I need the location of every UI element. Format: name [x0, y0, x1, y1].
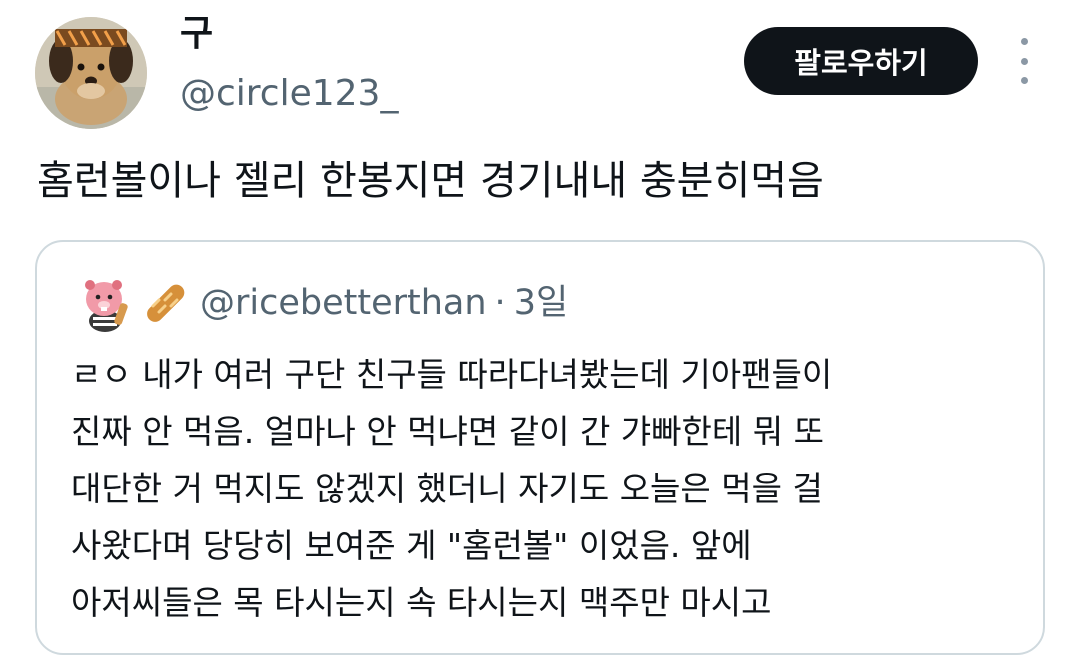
tweet-text: 홈런볼이나 젤리 한봉지면 경기내내 충분히먹음: [37, 158, 824, 204]
more-dot: [1020, 38, 1028, 45]
author-display-name[interactable]: 구: [180, 12, 213, 55]
follow-button[interactable]: 팔로우하기: [744, 27, 978, 95]
puppy-avatar-icon: [35, 17, 147, 129]
more-vertical-icon[interactable]: [1006, 38, 1042, 84]
quoted-text-line: ㄹㅇ 내가 여러 구단 친구들 따라다녀봤는데 기아팬들이: [71, 355, 833, 394]
baguette-icon: [139, 278, 191, 330]
quoted-text-line: 아저씨들은 목 타시는지 속 타시는지 맥주만 마시고: [71, 583, 772, 622]
quoted-text-line: 대단한 거 먹지도 않겠지 했더니 자기도 오늘은 먹을 걸: [71, 469, 823, 508]
quoted-text-line: 사왔다며 당당히 보여준 게 "홈런볼" 이었음. 앞에: [71, 526, 752, 565]
quoted-separator: ·: [494, 283, 506, 323]
pink-beaver-avatar-icon: [85, 280, 128, 332]
quoted-time[interactable]: 3일: [514, 283, 568, 323]
quoted-tweet-card[interactable]: @ricebetterthan · 3일 ㄹㅇ 내가 여러 구단 친구들 따라다녀봤…: [35, 240, 1045, 655]
quoted-handle[interactable]: @ricebetterthan: [200, 283, 487, 323]
quoted-handle-row[interactable]: @ricebetterthan · 3일: [200, 282, 568, 324]
quoted-author-avatar[interactable]: [79, 277, 131, 333]
quoted-text-line: 진짜 안 먹음. 얼마나 안 먹냐면 같이 간 갸빠한테 뭐 또: [71, 412, 824, 451]
more-dot: [1020, 77, 1028, 84]
author-avatar[interactable]: [35, 17, 147, 129]
quoted-tweet-text: ㄹㅇ 내가 여러 구단 친구들 따라다녀봤는데 기아팬들이 진짜 안 먹음. 얼…: [71, 346, 1031, 631]
author-handle[interactable]: @circle123_: [180, 72, 398, 115]
more-dot: [1020, 57, 1028, 65]
